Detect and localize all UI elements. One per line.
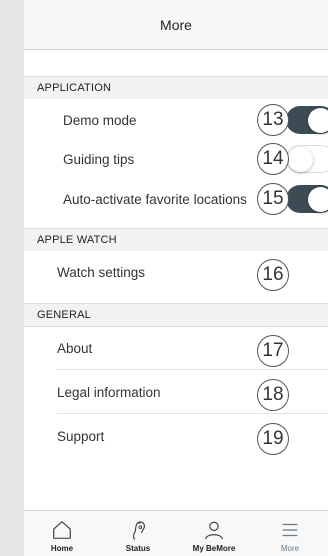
toggle-knob xyxy=(308,186,328,212)
toggle-knob xyxy=(308,107,328,133)
toggle-knob xyxy=(288,146,313,172)
auto-activate-label: Auto-activate favorite locations xyxy=(63,192,247,207)
tab-more-label: More xyxy=(280,544,300,553)
tab-my-bemore[interactable]: My BeMore xyxy=(176,511,252,556)
callout-16: 16 xyxy=(257,259,289,291)
tab-my-bemore-label: My BeMore xyxy=(192,544,236,553)
callout-14: 14 xyxy=(257,143,289,175)
about-row[interactable]: About 17 xyxy=(24,327,328,370)
guiding-tips-toggle[interactable] xyxy=(286,145,328,173)
demo-mode-row[interactable]: Demo mode 13 xyxy=(24,99,328,142)
tab-more[interactable]: More xyxy=(252,511,328,556)
callout-18: 18 xyxy=(257,379,289,411)
navigation-bar: More xyxy=(24,0,328,50)
auto-activate-row[interactable]: Auto-activate favorite locations 15 xyxy=(24,178,328,221)
watch-settings-label: Watch settings xyxy=(57,265,146,280)
tab-home[interactable]: Home xyxy=(24,511,100,556)
row-divider xyxy=(57,369,328,370)
section-header-apple-watch: APPLE WATCH xyxy=(24,228,328,252)
callout-19: 19 xyxy=(257,423,289,455)
house-icon xyxy=(53,521,71,539)
demo-mode-label: Demo mode xyxy=(63,113,137,128)
watch-settings-row[interactable]: Watch settings 16 xyxy=(24,251,328,294)
guiding-tips-row[interactable]: Guiding tips 14 xyxy=(24,138,328,181)
tab-status-label: Status xyxy=(125,544,151,553)
legal-information-label: Legal information xyxy=(57,385,161,400)
callout-15: 15 xyxy=(257,183,289,215)
demo-mode-toggle[interactable] xyxy=(286,106,328,134)
tab-bar: Home Status My BeMore More xyxy=(24,510,328,556)
auto-activate-toggle[interactable] xyxy=(286,185,328,213)
legal-information-row[interactable]: Legal information 18 xyxy=(24,371,328,414)
callout-17: 17 xyxy=(257,335,289,367)
section-header-general: GENERAL xyxy=(24,303,328,327)
about-label: About xyxy=(57,341,93,356)
menu-icon xyxy=(282,523,298,537)
page-title: More xyxy=(160,16,192,33)
row-divider xyxy=(57,413,328,414)
tab-home-label: Home xyxy=(50,544,74,553)
callout-13: 13 xyxy=(257,104,289,136)
support-row[interactable]: Support 19 xyxy=(24,415,328,458)
support-label: Support xyxy=(57,429,105,444)
section-header-application: APPLICATION xyxy=(24,76,328,100)
guiding-tips-label: Guiding tips xyxy=(63,152,135,167)
tab-status[interactable]: Status xyxy=(100,511,176,556)
more-screen: More APPLICATION Demo mode 13 Guiding ti… xyxy=(24,0,328,556)
person-icon xyxy=(205,521,223,540)
ear-icon xyxy=(133,521,145,540)
